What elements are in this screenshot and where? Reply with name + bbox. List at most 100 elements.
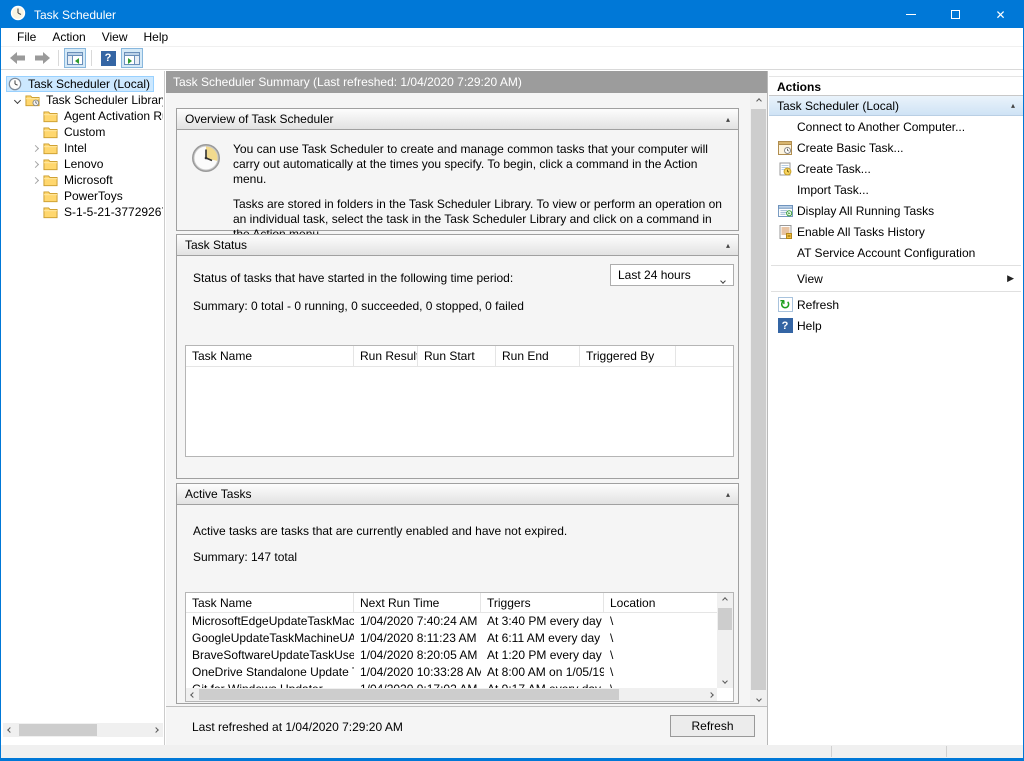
tree-item-label: Intel (62, 141, 89, 155)
tree-item-lenovo[interactable]: Lenovo (3, 156, 163, 172)
action-view[interactable]: View ▶ (769, 268, 1023, 289)
table-row[interactable]: BraveSoftwareUpdateTaskUserS-1-... 1/04/… (186, 647, 717, 664)
overview-title: Overview of Task Scheduler (185, 112, 726, 126)
scrollbar-thumb[interactable] (751, 109, 766, 690)
action-refresh[interactable]: ↻ Refresh (769, 294, 1023, 315)
overview-section-header[interactable]: Overview of Task Scheduler ▴ (177, 109, 738, 130)
show-console-tree-button[interactable] (64, 48, 86, 68)
column-header-next-run-time[interactable]: Next Run Time (354, 593, 481, 612)
help-icon: ? (101, 51, 116, 66)
actions-group-header[interactable]: Task Scheduler (Local) ▴ (769, 96, 1023, 116)
expand-chevron-icon[interactable] (27, 178, 43, 183)
minimize-button[interactable] (888, 1, 933, 28)
task-status-section-header[interactable]: Task Status ▴ (177, 235, 738, 256)
time-period-dropdown[interactable]: Last 24 hours (610, 264, 734, 286)
show-action-pane-button[interactable] (121, 48, 143, 68)
back-button[interactable] (7, 48, 29, 68)
scroll-down-icon[interactable] (750, 691, 767, 706)
tree-item-task-scheduler-library[interactable]: Task Scheduler Library (3, 92, 163, 108)
scroll-right-icon[interactable] (149, 723, 163, 737)
maximize-button[interactable] (933, 1, 978, 28)
window-title: Task Scheduler (34, 8, 116, 22)
scrollbar-thumb[interactable] (199, 689, 619, 700)
scroll-left-icon[interactable] (186, 688, 199, 701)
collapse-arrow-icon: ▴ (1011, 101, 1015, 110)
running-tasks-icon (775, 205, 795, 217)
action-connect-to-another-computer[interactable]: Connect to Another Computer... (769, 116, 1023, 137)
tree-item-label: PowerToys (62, 189, 125, 203)
tree-item-label: Lenovo (62, 157, 105, 171)
tree-horizontal-scrollbar[interactable] (3, 723, 163, 737)
table-row[interactable]: OneDrive Standalone Update Task-... 1/04… (186, 664, 717, 681)
statusbar-separator (831, 746, 832, 757)
expand-chevron-icon[interactable] (9, 98, 25, 103)
table-row[interactable]: MicrosoftEdgeUpdateTaskMachine... 1/04/2… (186, 613, 717, 630)
help-toolbar-button[interactable]: ? (97, 48, 119, 68)
action-create-basic-task[interactable]: Create Basic Task... (769, 137, 1023, 158)
library-folder-icon (25, 94, 40, 107)
submenu-arrow-icon: ▶ (1007, 273, 1014, 284)
refresh-button[interactable]: Refresh (670, 715, 755, 737)
table-row[interactable]: Git for Windows Updater 1/04/2020 9:17:0… (186, 681, 717, 688)
tree-item-microsoft[interactable]: Microsoft (3, 172, 163, 188)
scroll-up-icon[interactable] (717, 593, 733, 607)
menu-action[interactable]: Action (44, 28, 93, 46)
column-header-triggered-by[interactable]: Triggered By (580, 346, 676, 366)
summary-header: Task Scheduler Summary (Last refreshed: … (166, 71, 767, 93)
column-header-run-result[interactable]: Run Result (354, 346, 418, 366)
tree-item-agent-activation[interactable]: Agent Activation Runt (3, 108, 163, 124)
actions-panel: Actions Task Scheduler (Local) ▴ Connect… (769, 71, 1023, 745)
scroll-down-icon[interactable] (717, 674, 733, 688)
overview-section: Overview of Task Scheduler ▴ You can use… (176, 108, 739, 231)
scroll-up-icon[interactable] (750, 93, 767, 108)
table-horizontal-scrollbar[interactable] (186, 688, 717, 701)
clock-icon (8, 77, 22, 91)
column-header-run-end[interactable]: Run End (496, 346, 580, 366)
column-header-triggers[interactable]: Triggers (481, 593, 604, 612)
tree-divider[interactable] (164, 71, 165, 745)
tree-item-powertoys[interactable]: PowerToys (3, 188, 163, 204)
scrollbar-thumb[interactable] (19, 724, 97, 736)
column-header-location[interactable]: Location (604, 593, 717, 612)
toolbar: ? (1, 47, 1023, 70)
folder-icon (43, 206, 58, 219)
chevron-down-icon (721, 272, 725, 286)
action-enable-all-tasks-history[interactable]: Enable All Tasks History (769, 221, 1023, 242)
actions-divider[interactable] (767, 71, 768, 745)
tree-item-sid-folder[interactable]: S-1-5-21-3772926790- (3, 204, 163, 220)
folder-icon (43, 110, 58, 123)
scrollbar-thumb[interactable] (718, 608, 732, 630)
table-vertical-scrollbar[interactable] (717, 593, 733, 688)
menu-file[interactable]: File (9, 28, 44, 46)
summary-vertical-scrollbar[interactable] (750, 93, 767, 706)
active-tasks-description: Active tasks are tasks that are currentl… (193, 524, 567, 538)
action-help[interactable]: ? Help (769, 315, 1023, 336)
task-status-section: Task Status ▴ Status of tasks that have … (176, 234, 739, 479)
app-clock-icon (10, 5, 26, 24)
action-import-task[interactable]: Import Task... (769, 179, 1023, 200)
action-create-task[interactable]: Create Task... (769, 158, 1023, 179)
tree-item-intel[interactable]: Intel (3, 140, 163, 156)
menu-help[interactable]: Help (136, 28, 177, 46)
action-display-all-running-tasks[interactable]: Display All Running Tasks (769, 200, 1023, 221)
folder-icon (43, 190, 58, 203)
menu-view[interactable]: View (94, 28, 136, 46)
tree-item-custom[interactable]: Custom (3, 124, 163, 140)
scroll-left-icon[interactable] (3, 723, 17, 737)
column-header-task-name[interactable]: Task Name (186, 346, 354, 366)
expand-chevron-icon[interactable] (27, 162, 43, 167)
active-tasks-section-header[interactable]: Active Tasks ▴ (177, 484, 738, 505)
forward-button[interactable] (31, 48, 53, 68)
action-at-service-account-configuration[interactable]: AT Service Account Configuration (769, 242, 1023, 263)
collapse-arrow-icon[interactable]: ▴ (726, 490, 730, 499)
collapse-arrow-icon[interactable]: ▴ (726, 115, 730, 124)
expand-chevron-icon[interactable] (27, 146, 43, 151)
tree-item-task-scheduler-local[interactable]: Task Scheduler (Local) (3, 76, 163, 92)
close-button[interactable]: ✕ (978, 1, 1023, 28)
column-header-task-name[interactable]: Task Name (186, 593, 354, 612)
scroll-right-icon[interactable] (704, 688, 717, 701)
collapse-arrow-icon[interactable]: ▴ (726, 241, 730, 250)
column-header-run-start[interactable]: Run Start (418, 346, 496, 366)
create-basic-task-icon (775, 141, 795, 155)
table-row[interactable]: GoogleUpdateTaskMachineUA 1/04/2020 8:11… (186, 630, 717, 647)
